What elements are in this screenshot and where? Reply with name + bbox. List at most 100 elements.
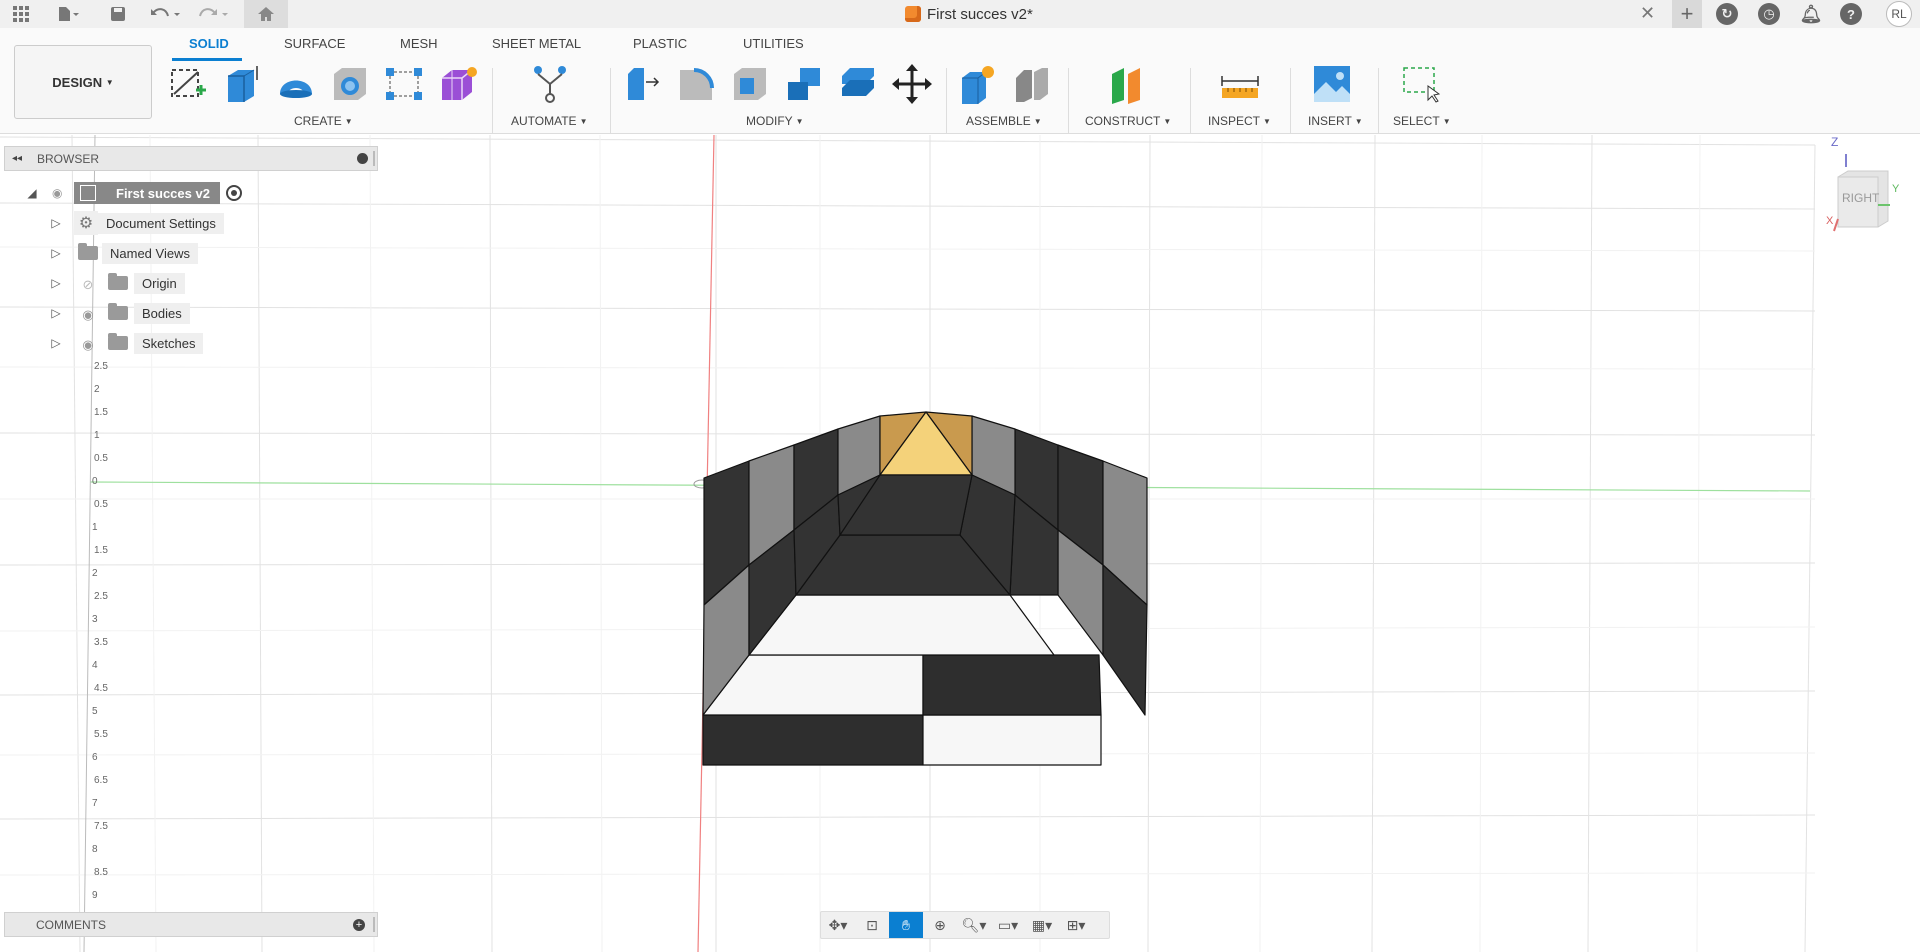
tab-mesh[interactable]: MESH: [400, 36, 438, 58]
new-component-icon[interactable]: [958, 64, 998, 104]
insert-image-icon[interactable]: [1312, 64, 1352, 104]
add-comment-icon[interactable]: +: [353, 919, 365, 931]
expand-triangle-icon[interactable]: ▷: [48, 306, 64, 320]
view-cube[interactable]: Z Y X RIGHT: [1826, 135, 1899, 232]
apps-grid-icon[interactable]: [6, 0, 36, 28]
x-axis-label: X: [1826, 215, 1834, 227]
ribbon-separator: [1378, 68, 1379, 134]
viewport-canvas[interactable]: 2.5 2 1.5 1 0.5 0 0.5 1 1.5 2 2.5 3 3.5 …: [0, 134, 1920, 952]
modify-menu-button[interactable]: MODIFY ▼: [746, 114, 804, 128]
visibility-eye-icon[interactable]: ◉: [78, 307, 98, 322]
measure-icon[interactable]: [1220, 64, 1260, 104]
activate-radio-icon[interactable]: [225, 185, 242, 201]
fit-zoom-icon[interactable]: 🔍︎▾: [957, 912, 991, 938]
browser-item-named-views[interactable]: ▷ Named Views: [48, 240, 198, 266]
collapse-panel-icon[interactable]: ◂◂: [5, 153, 29, 164]
workspace-switcher-button[interactable]: DESIGN ▼: [14, 45, 152, 119]
browser-item-bodies[interactable]: ▷ ◉ Bodies: [48, 300, 190, 326]
construct-menu-button[interactable]: CONSTRUCT ▼: [1085, 114, 1171, 128]
select-window-icon[interactable]: [1400, 64, 1441, 104]
browser-minimize-icon[interactable]: [357, 153, 368, 164]
expand-triangle-icon[interactable]: ▷: [48, 336, 64, 350]
browser-item-sketches[interactable]: ▷ ◉ Sketches: [48, 330, 204, 356]
sync-icon[interactable]: ↻: [1716, 3, 1738, 25]
automate-icon[interactable]: [530, 64, 570, 104]
document-cube-icon: [905, 6, 921, 22]
visibility-eye-icon[interactable]: ◉: [52, 186, 74, 200]
move-copy-icon[interactable]: [892, 64, 932, 104]
undo-icon[interactable]: [146, 0, 184, 28]
view-cube-face-label: RIGHT: [1842, 191, 1880, 205]
zoom-icon[interactable]: ⊕: [923, 912, 957, 938]
pattern-icon[interactable]: [384, 64, 424, 104]
visibility-eye-icon[interactable]: ◉: [78, 337, 98, 352]
expand-triangle-icon[interactable]: ▷: [48, 216, 64, 230]
ribbon-separator: [1068, 68, 1069, 134]
home-icon[interactable]: [244, 0, 288, 28]
press-pull-icon[interactable]: [622, 64, 662, 104]
inspect-menu-button[interactable]: INSPECT ▼: [1208, 114, 1271, 128]
browser-panel: ◂◂ BROWSER ◢ ◉ First succes v2 ▷ ⚙ Docum…: [4, 146, 378, 354]
browser-item-document-settings[interactable]: ▷ ⚙ Document Settings: [48, 210, 224, 236]
redo-icon[interactable]: [194, 0, 232, 28]
tab-utilities[interactable]: UTILITIES: [743, 36, 804, 58]
active-tab-indicator: [172, 58, 242, 61]
ribbon-separator: [1190, 68, 1191, 134]
fillet-icon[interactable]: [676, 64, 716, 104]
ribbon-separator: [492, 68, 493, 134]
hidden-eye-icon[interactable]: ⊘: [78, 277, 98, 292]
root-component-label[interactable]: First succes v2: [74, 182, 220, 204]
collapse-triangle-icon[interactable]: ◢: [24, 186, 40, 200]
job-status-clock-icon[interactable]: ◷: [1758, 3, 1780, 25]
panel-resize-handle[interactable]: [373, 151, 375, 166]
ribbon-separator: [946, 68, 947, 134]
document-title: First succes v2*: [905, 4, 1033, 24]
viewports-icon[interactable]: ⊞▾: [1059, 912, 1093, 938]
browser-root-row[interactable]: ◢ ◉ First succes v2: [24, 180, 242, 206]
comments-panel[interactable]: COMMENTS +: [4, 912, 378, 937]
component-icon: [80, 185, 96, 201]
notifications-bell-icon[interactable]: 🔔︎: [1800, 3, 1823, 25]
folder-icon: [108, 273, 128, 290]
save-icon[interactable]: [104, 0, 132, 28]
revolve-icon[interactable]: [276, 64, 316, 104]
tab-surface[interactable]: SURFACE: [284, 36, 345, 58]
extrude-icon[interactable]: [222, 64, 262, 104]
create-sketch-icon[interactable]: [168, 64, 208, 104]
gear-icon: ⚙: [74, 211, 98, 235]
file-menu-icon[interactable]: [50, 0, 86, 28]
expand-triangle-icon[interactable]: ▷: [48, 276, 64, 290]
insert-menu-button[interactable]: INSERT ▼: [1308, 114, 1363, 128]
panel-resize-handle[interactable]: [373, 917, 375, 932]
create-form-icon[interactable]: [438, 64, 478, 104]
offset-plane-icon[interactable]: [1108, 64, 1148, 104]
tab-plastic[interactable]: PLASTIC: [633, 36, 687, 58]
tab-sheet-metal[interactable]: SHEET METAL: [492, 36, 581, 58]
tab-solid[interactable]: SOLID: [189, 36, 229, 58]
shell-icon[interactable]: [730, 64, 770, 104]
title-bar: First succes v2* ✕ + ↻ ◷ 🔔︎ ? RL: [0, 0, 1920, 28]
joint-icon[interactable]: [1012, 64, 1052, 104]
create-menu-button[interactable]: CREATE ▼: [294, 114, 353, 128]
select-menu-button[interactable]: SELECT ▼: [1393, 114, 1451, 128]
automate-menu-button[interactable]: AUTOMATE ▼: [511, 114, 587, 128]
toolbar-ribbon: DESIGN ▼ SOLID SURFACE MESH SHEET METAL …: [0, 28, 1920, 134]
close-tab-button[interactable]: ✕: [1640, 3, 1655, 24]
hole-icon[interactable]: [330, 64, 370, 104]
display-settings-icon[interactable]: ▭▾: [991, 912, 1025, 938]
y-axis-label: Y: [1892, 183, 1900, 195]
look-at-icon[interactable]: ⊡: [855, 912, 889, 938]
model-body[interactable]: [0, 135, 1920, 952]
orbit-icon[interactable]: ✥▾: [821, 912, 855, 938]
offset-face-icon[interactable]: [838, 64, 878, 104]
new-tab-plus-icon[interactable]: +: [1672, 0, 1702, 28]
expand-triangle-icon[interactable]: ▷: [48, 246, 64, 260]
pan-hand-icon[interactable]: ✋︎: [889, 912, 923, 938]
combine-icon[interactable]: [784, 64, 824, 104]
help-icon[interactable]: ?: [1840, 3, 1862, 25]
assemble-menu-button[interactable]: ASSEMBLE ▼: [966, 114, 1042, 128]
grid-settings-icon[interactable]: ▦▾: [1025, 912, 1059, 938]
browser-item-origin[interactable]: ▷ ⊘ Origin: [48, 270, 185, 296]
ribbon-separator: [610, 68, 611, 134]
user-avatar[interactable]: RL: [1886, 1, 1912, 27]
